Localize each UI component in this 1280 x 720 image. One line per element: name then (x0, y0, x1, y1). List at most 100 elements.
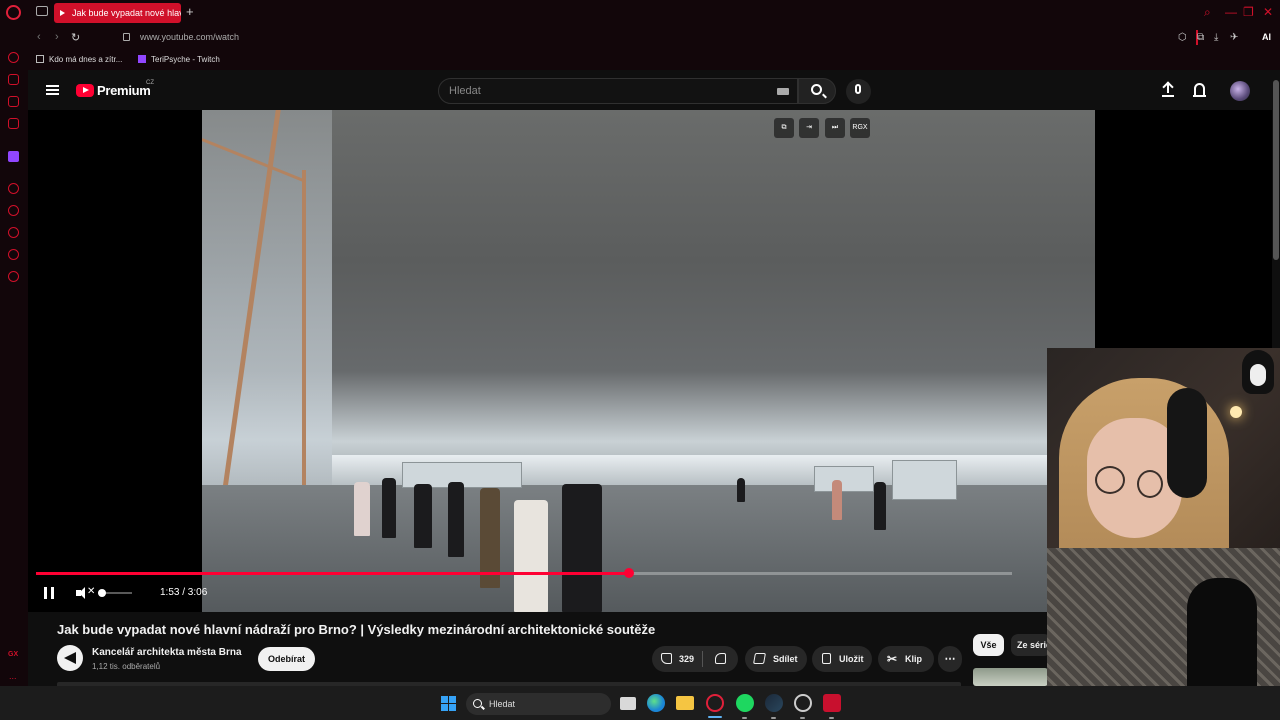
rgx-button[interactable]: RGX (850, 118, 870, 138)
concourse-floor (202, 485, 1095, 612)
popout-icon[interactable]: ⧉ (774, 118, 794, 138)
thumbs-down-icon[interactable] (715, 653, 726, 664)
history-icon[interactable] (8, 227, 19, 238)
file-explorer-icon[interactable] (676, 696, 694, 710)
active-tab[interactable]: Jak bude vypadat nové hlavní nádraží pro… (54, 3, 181, 23)
opera-gx-icon[interactable] (706, 694, 724, 712)
bookmarks-bar: Kdo má dnes a zítr... TeriPsyche - Twitc… (28, 50, 1280, 70)
forward-icon[interactable]: › (55, 31, 59, 43)
subscribe-button[interactable]: Odebírat (258, 647, 315, 671)
new-tab-button[interactable]: + (186, 4, 194, 19)
microphone (1187, 578, 1257, 686)
messenger-icon[interactable] (8, 118, 19, 129)
search-input[interactable]: Hledat (438, 78, 798, 104)
running-app-indicator (800, 717, 805, 719)
heart-icon[interactable] (8, 205, 19, 216)
spotify-icon[interactable] (736, 694, 754, 712)
gx-label: GX (8, 651, 19, 658)
tab-switcher-icon[interactable] (36, 6, 48, 16)
upload-icon[interactable] (1162, 83, 1174, 97)
reload-icon[interactable]: ↻ (71, 31, 80, 44)
player-icon[interactable] (8, 96, 19, 107)
opera-sidebar: GX ... (0, 26, 28, 686)
browser-tab-strip: Jak bude vypadat nové hlavní nádraží pro… (0, 0, 1280, 26)
share-button[interactable]: Sdílet (745, 646, 807, 672)
settings-icon[interactable] (8, 271, 19, 282)
progress-bar[interactable] (36, 568, 1012, 578)
search-icon (811, 84, 822, 95)
save-button[interactable]: Uložit (812, 646, 872, 672)
youtube-brand[interactable]: Premium (97, 83, 151, 98)
extensions-icon[interactable]: ⬡ (1178, 32, 1187, 43)
twitch-icon[interactable] (8, 151, 19, 162)
edge-icon[interactable] (647, 694, 665, 712)
close-icon[interactable]: ✕ (1263, 5, 1273, 19)
skip-icon[interactable]: ⏭ (825, 118, 845, 138)
search-placeholder: Hledat (449, 85, 481, 97)
account-avatar[interactable] (1230, 81, 1250, 101)
video-frame[interactable]: ⧉ ⇥ ⏭ RGX (202, 110, 1095, 612)
bookmark-item[interactable]: TeriPsyche - Twitch (138, 55, 220, 64)
youtube-logo-icon[interactable] (76, 84, 94, 97)
running-app-indicator (742, 717, 747, 719)
channel-name[interactable]: Kancelář architekta města Brna (92, 647, 242, 658)
person-shape (414, 484, 432, 548)
wallet-icon[interactable]: ⧉ (1197, 32, 1204, 43)
sidebar-more-icon[interactable]: ... (9, 671, 17, 681)
snapshot-icon[interactable]: ✈ (1230, 32, 1238, 43)
active-app-indicator (708, 716, 722, 718)
cube-icon[interactable] (8, 249, 19, 260)
open-external-icon[interactable]: ⇥ (799, 118, 819, 138)
person-shape (354, 482, 370, 536)
person-shape (448, 482, 464, 557)
windows-start-icon[interactable] (441, 696, 456, 711)
url-field[interactable]: www.youtube.com/watch (140, 32, 239, 42)
chip-all[interactable]: Vše (973, 634, 1004, 656)
scrollbar-thumb[interactable] (1273, 80, 1279, 260)
back-icon[interactable]: ‹ (37, 31, 41, 43)
steam-icon[interactable] (765, 694, 783, 712)
search-tabs-icon[interactable]: ⌕ (1204, 5, 1211, 20)
clip-label: Klip (905, 654, 922, 664)
chip-from-series[interactable]: Ze série (1011, 634, 1051, 656)
running-app-indicator (829, 717, 834, 719)
channel-avatar[interactable] (57, 645, 83, 671)
aria-ai-button[interactable]: AI (1262, 32, 1271, 42)
opera-logo-icon[interactable] (6, 5, 21, 20)
headphones (1167, 388, 1207, 498)
task-view-icon[interactable] (620, 697, 636, 710)
mute-button[interactable]: ✕ (76, 586, 95, 599)
volume-knob[interactable] (98, 589, 106, 597)
bus-shape (892, 460, 957, 500)
share-icon (753, 653, 766, 664)
keyboard-icon[interactable] (777, 88, 789, 95)
taskbar-search[interactable]: Hledat (466, 693, 611, 715)
taskbar-search-label: Hledat (489, 699, 516, 709)
speaker-muted-icon (76, 587, 85, 599)
download-icon[interactable]: ⤓ (1214, 32, 1218, 43)
clip-button[interactable]: ✂ Klip (878, 646, 934, 672)
gx-control-icon[interactable] (8, 52, 19, 63)
voice-search-button[interactable] (846, 79, 871, 104)
menu-icon[interactable] (46, 85, 59, 95)
scissors-icon: ✂ (887, 652, 898, 666)
notifications-bell-icon[interactable] (1193, 83, 1206, 97)
volume-slider[interactable] (98, 589, 132, 597)
related-video-thumbnail[interactable] (973, 668, 1048, 686)
progress-played (36, 572, 630, 575)
search-button[interactable] (798, 78, 836, 104)
like-count[interactable]: 329 (679, 646, 694, 672)
more-actions-button[interactable]: ⋯ (938, 646, 962, 672)
bookmark-item[interactable]: Kdo má dnes a zítr... (36, 55, 122, 64)
bookmark-label: TeriPsyche - Twitch (151, 55, 220, 64)
pause-button[interactable] (44, 587, 54, 599)
thumbs-up-icon[interactable] (661, 653, 672, 664)
lock-icon[interactable] (123, 33, 130, 41)
obs-icon[interactable] (794, 694, 812, 712)
gx-corner-icon[interactable] (8, 74, 19, 85)
voicemeeter-icon[interactable] (823, 694, 841, 712)
restore-icon[interactable]: ❐ (1243, 5, 1254, 19)
glasses-lens (1137, 470, 1163, 498)
play-icon[interactable] (8, 183, 19, 194)
minimize-icon[interactable]: — (1225, 5, 1237, 19)
